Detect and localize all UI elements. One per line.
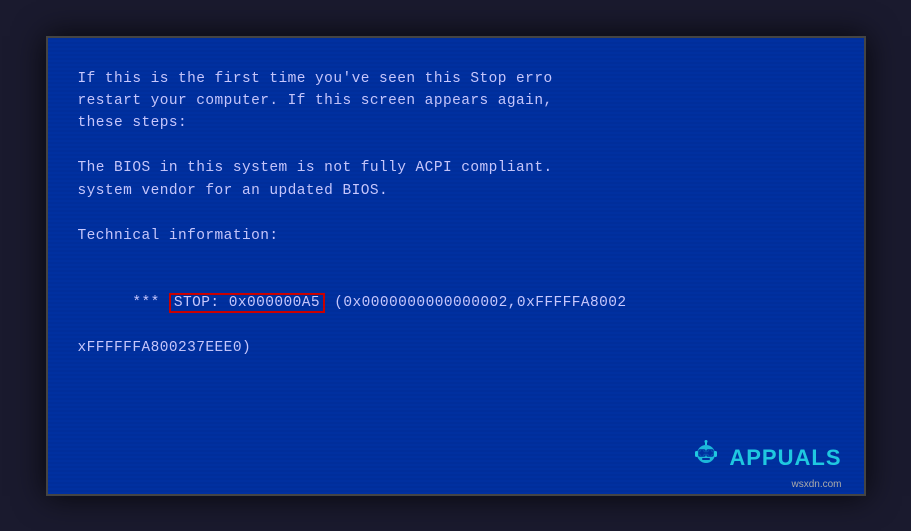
bsod-stop-line: *** STOP: 0x000000A5 (0x0000000000000002… bbox=[78, 270, 834, 337]
wsxdn-watermark: wsxdn.com bbox=[791, 479, 841, 490]
appuals-logo: APPUALS bbox=[688, 440, 841, 476]
bsod-line-3: these steps: bbox=[78, 112, 834, 134]
stop-prefix: *** bbox=[132, 295, 169, 311]
appuals-label: APPUALS bbox=[729, 445, 841, 471]
bsod-content: If this is the first time you've seen th… bbox=[78, 68, 834, 360]
bsod-technical-header: Technical information: bbox=[78, 225, 834, 247]
bsod-line-6: system vendor for an updated BIOS. bbox=[78, 180, 834, 202]
stop-suffix: (0x0000000000000002,0xFFFFFA8002 bbox=[325, 295, 627, 311]
bsod-line-5: The BIOS in this system is not fully ACP… bbox=[78, 157, 834, 179]
watermark-container: APPUALS bbox=[688, 440, 841, 476]
appuals-icon bbox=[688, 440, 724, 476]
bsod-line-11: xFFFFFFA800237EEE0) bbox=[78, 337, 834, 359]
bsod-screen: If this is the first time you've seen th… bbox=[46, 36, 866, 496]
bsod-line-2: restart your computer. If this screen ap… bbox=[78, 90, 834, 112]
stop-code-highlight: STOP: 0x000000A5 bbox=[169, 293, 325, 313]
bsod-line-1: If this is the first time you've seen th… bbox=[78, 68, 834, 90]
